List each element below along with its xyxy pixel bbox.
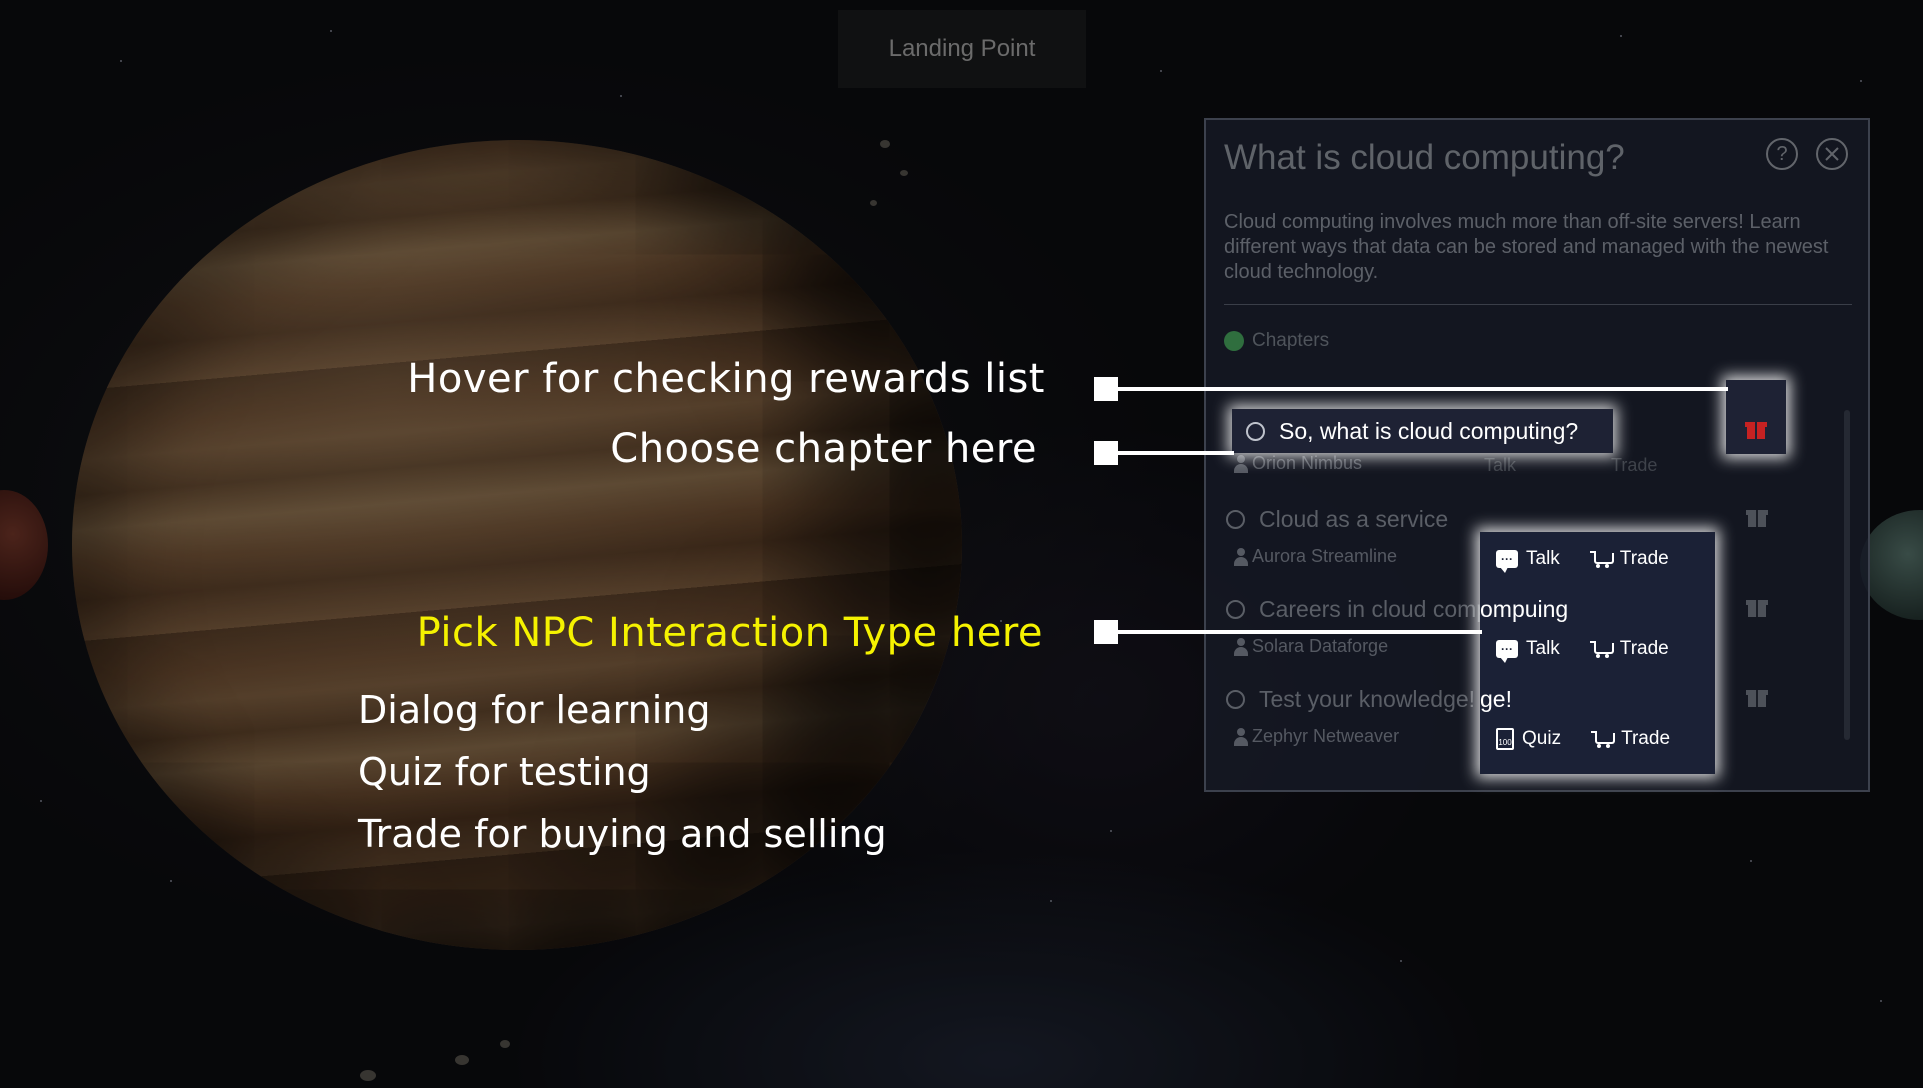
leader-line — [1116, 387, 1728, 391]
npc-name: Aurora Streamline — [1234, 546, 1397, 567]
gift-icon[interactable] — [1746, 596, 1768, 618]
radio-icon[interactable] — [1226, 690, 1245, 709]
trade-icon — [1589, 640, 1614, 658]
person-icon — [1234, 547, 1248, 566]
radio-icon[interactable] — [1226, 600, 1245, 619]
chapters-header: Chapters — [1224, 330, 1329, 352]
chapter-title-overflow: ge! — [1480, 686, 1512, 712]
person-icon — [1234, 454, 1248, 473]
trade-button[interactable]: Trade — [1591, 728, 1670, 750]
person-icon — [1234, 637, 1248, 656]
chapter-title[interactable]: Cloud as a service — [1226, 506, 1448, 533]
panel-description: Cloud computing involves much more than … — [1224, 211, 1829, 283]
talk-button[interactable]: ··· Talk — [1496, 638, 1560, 663]
help-icon[interactable]: ? — [1766, 138, 1798, 170]
quiz-icon: 100 — [1496, 728, 1514, 750]
talk-action[interactable]: Talk — [1484, 455, 1516, 476]
close-icon[interactable] — [1816, 138, 1848, 170]
trade-action[interactable]: Trade — [1611, 455, 1657, 476]
npc-interaction-menu: ··· Talk Trade ··· Talk Trade 100 Quiz T… — [1480, 532, 1715, 774]
callout-rewards: Hover for checking rewards list — [407, 356, 1045, 402]
talk-icon: ··· — [1496, 550, 1518, 573]
trade-button[interactable]: Trade — [1589, 638, 1669, 660]
person-icon — [1234, 727, 1248, 746]
callout-marker — [1094, 377, 1118, 401]
leader-line — [1116, 451, 1234, 455]
talk-icon: ··· — [1496, 640, 1518, 663]
action-row: ··· Talk Trade — [1496, 548, 1669, 573]
npc-name: Solara Dataforge — [1234, 636, 1388, 657]
callout-marker — [1094, 441, 1118, 465]
rewards-button[interactable] — [1726, 380, 1786, 454]
talk-button[interactable]: ··· Talk — [1496, 548, 1560, 573]
location-label: Landing Point — [838, 10, 1086, 88]
selected-chapter-title: So, what is cloud computing? — [1279, 417, 1579, 444]
callout-npc: Pick NPC Interaction Type here — [416, 610, 1043, 656]
chapters-label: Chapters — [1252, 330, 1330, 351]
trade-button[interactable]: Trade — [1589, 548, 1669, 570]
chapters-icon — [1224, 331, 1244, 351]
divider — [1224, 304, 1852, 305]
selected-chapter[interactable]: So, what is cloud computing? — [1232, 409, 1613, 453]
legend-quiz: Quiz for testing — [358, 750, 651, 794]
panel-title: What is cloud computing? — [1224, 138, 1625, 177]
callout-chapter: Choose chapter here — [610, 426, 1037, 472]
action-row: ··· Talk Trade — [1496, 638, 1669, 663]
legend-trade: Trade for buying and selling — [358, 812, 887, 856]
action-row: 100 Quiz Trade — [1496, 728, 1670, 750]
legend-dialog: Dialog for learning — [358, 688, 711, 732]
npc-name: Zephyr Netweaver — [1234, 726, 1399, 747]
gift-icon[interactable] — [1745, 418, 1767, 440]
quiz-button[interactable]: 100 Quiz — [1496, 728, 1561, 750]
gift-icon[interactable] — [1746, 686, 1768, 708]
npc-name: Orion Nimbus — [1234, 453, 1362, 474]
scrollbar[interactable] — [1844, 410, 1850, 740]
callout-marker — [1094, 620, 1118, 644]
chapter-title[interactable]: Test your knowledge! — [1226, 686, 1475, 713]
leader-line — [1116, 630, 1482, 634]
trade-icon — [1589, 550, 1614, 568]
chapter-title-overflow: ompuing — [1480, 596, 1569, 622]
trade-icon — [1591, 730, 1616, 748]
radio-icon[interactable] — [1226, 510, 1245, 529]
radio-icon[interactable] — [1246, 421, 1265, 441]
gift-icon[interactable] — [1746, 506, 1768, 528]
